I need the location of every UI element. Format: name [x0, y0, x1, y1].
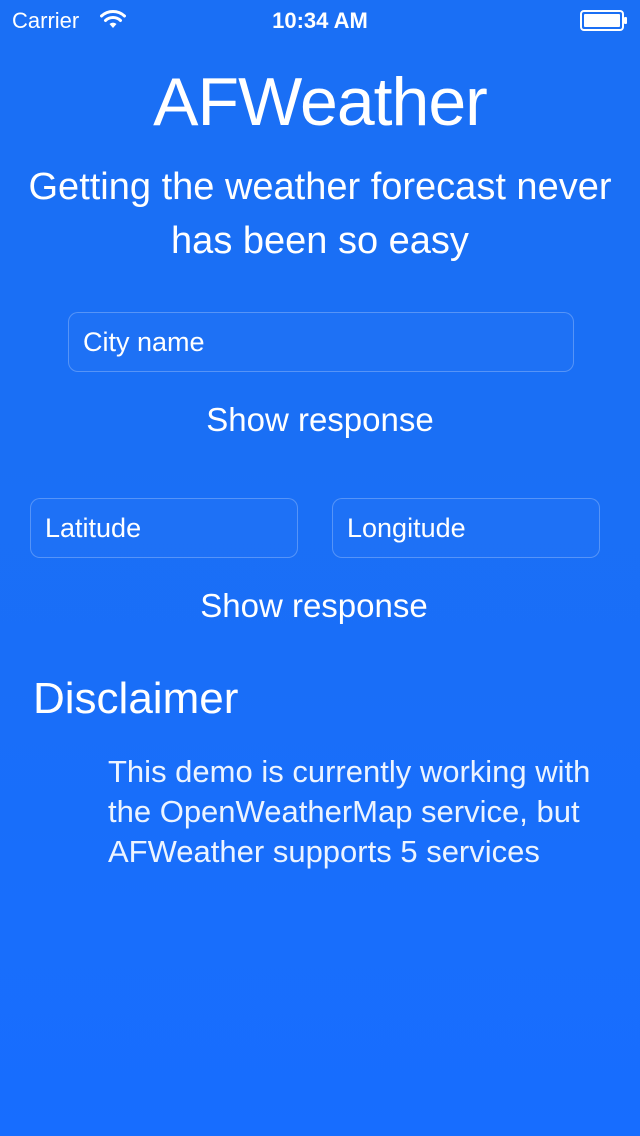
show-response-city-button[interactable]: Show response [170, 400, 470, 440]
disclaimer-heading: Disclaimer [33, 674, 239, 723]
latitude-input[interactable] [30, 498, 298, 558]
disclaimer-text: This demo is currently working with the … [108, 754, 591, 869]
app-subtitle: Getting the weather forecast never has b… [28, 166, 612, 262]
show-response-coordinates-button[interactable]: Show response [164, 586, 464, 626]
battery-icon [580, 10, 627, 31]
status-time: 10:34 AM [272, 8, 368, 33]
longitude-input[interactable] [332, 498, 600, 558]
city-name-input[interactable] [68, 312, 574, 372]
status-bar: Carrier 10:34 AM [0, 0, 640, 40]
app-title: AFWeather [153, 64, 488, 140]
